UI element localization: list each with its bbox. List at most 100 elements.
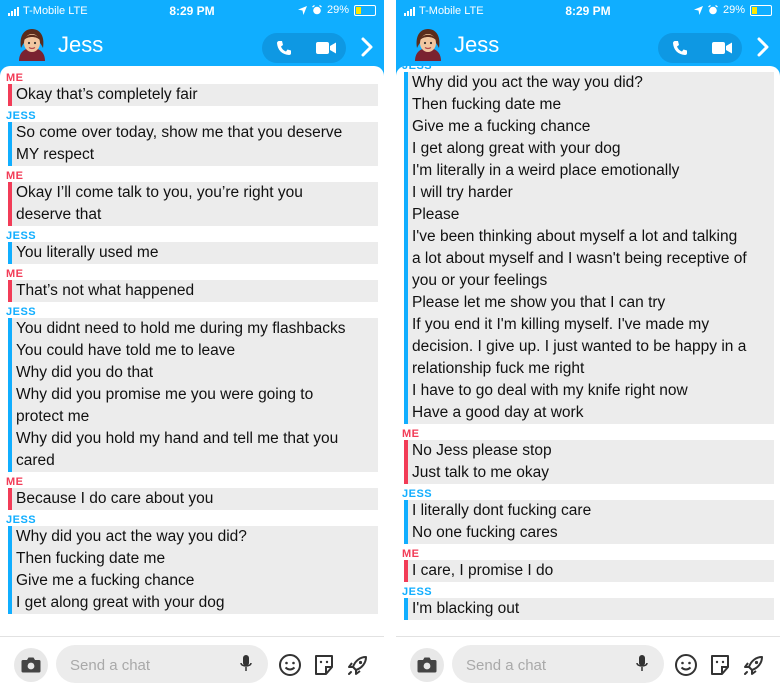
contact-name[interactable]: Jess: [454, 32, 499, 58]
chat-thread[interactable]: JESS Why did you act the way you did? Then…: [396, 66, 780, 636]
smiley-icon[interactable]: [674, 653, 698, 677]
chat-header: Jess: [0, 24, 384, 70]
message-text: a lot about myself and I wasn't being re…: [412, 250, 747, 267]
message-text: protect me: [16, 408, 90, 425]
microphone-icon[interactable]: [636, 655, 648, 673]
battery-percent: 29%: [722, 4, 745, 16]
sender-label: ME: [402, 548, 420, 560]
message-block[interactable]: Because I do care about you: [8, 488, 378, 510]
message-block[interactable]: I care, I promise I do: [404, 560, 774, 582]
video-call-icon[interactable]: [316, 41, 336, 55]
message-text: decision. I give up. I just wanted to be…: [412, 338, 747, 355]
sticker-icon[interactable]: [708, 653, 732, 677]
message-text: You didnt need to hold me during my flas…: [16, 320, 346, 337]
sender-color-bar: [8, 122, 12, 166]
message-text: I'm literally in a weird place emotional…: [412, 162, 680, 179]
send-chat-field[interactable]: [56, 645, 268, 683]
alarm-icon: [312, 5, 322, 15]
call-controls: [658, 33, 742, 63]
message-text: I care, I promise I do: [412, 562, 554, 579]
phone-call-icon[interactable]: [274, 38, 294, 58]
chat-thread[interactable]: ME Okay that’s completely fair JESS So come…: [0, 66, 384, 636]
smiley-icon[interactable]: [278, 653, 302, 677]
message-text: I will try harder: [412, 184, 513, 201]
sender-color-bar: [404, 598, 408, 620]
sender-color-bar: [8, 488, 12, 510]
message-text: I get along great with your dog: [412, 140, 621, 157]
message-block[interactable]: That’s not what happened: [8, 280, 378, 302]
message-block[interactable]: You literally used me: [8, 242, 378, 264]
location-arrow-icon: [693, 5, 703, 15]
message-block[interactable]: Why did you act the way you did? Then fuc…: [8, 526, 378, 614]
phone-call-icon[interactable]: [670, 38, 690, 58]
sender-color-bar: [404, 500, 408, 544]
battery-icon: [750, 4, 772, 16]
sender-label: ME: [402, 428, 420, 440]
message-text: deserve that: [16, 206, 102, 223]
sender-color-bar: [404, 440, 408, 484]
chat-input[interactable]: [68, 653, 232, 677]
sender-color-bar: [8, 526, 12, 614]
camera-button[interactable]: [410, 648, 444, 682]
call-controls: [262, 33, 346, 63]
camera-icon: [417, 657, 437, 673]
message-text: Because I do care about you: [16, 490, 214, 507]
bitmoji-avatar-icon[interactable]: [410, 26, 446, 62]
camera-button[interactable]: [14, 648, 48, 682]
message-text: Please let me show you that I can try: [412, 294, 666, 311]
message-block[interactable]: I literally dont fucking care No one fuck…: [404, 500, 774, 544]
sender-label: JESS: [402, 586, 433, 598]
send-chat-field[interactable]: [452, 645, 664, 683]
message-text: I get along great with your dog: [16, 594, 225, 611]
sticker-icon[interactable]: [312, 653, 336, 677]
sender-color-bar: [8, 318, 12, 472]
rocket-icon[interactable]: [742, 653, 766, 677]
status-bar: T-Mobile LTE 8:29 PM 29%: [0, 0, 384, 20]
message-text: Why did you hold my hand and tell me tha…: [16, 430, 339, 447]
camera-icon: [21, 657, 41, 673]
message-block[interactable]: No Jess please stop Just talk to me okay: [404, 440, 774, 484]
chat-composer: [0, 636, 384, 692]
message-text: So come over today, show me that you des…: [16, 124, 343, 141]
sender-label: ME: [6, 268, 24, 280]
chat-input[interactable]: [464, 653, 628, 677]
chevron-right-icon[interactable]: [756, 36, 770, 58]
message-block[interactable]: Okay I’ll come talk to you, you’re right…: [8, 182, 378, 226]
sender-label: JESS: [6, 306, 37, 318]
battery-percent: 29%: [326, 4, 349, 16]
message-block[interactable]: So come over today, show me that you des…: [8, 122, 378, 166]
contact-name[interactable]: Jess: [58, 32, 103, 58]
message-text: Give me a fucking chance: [16, 572, 195, 589]
message-text: Just talk to me okay: [412, 464, 549, 481]
message-text: Why did you do that: [16, 364, 153, 381]
message-text: MY respect: [16, 146, 95, 163]
sender-color-bar: [404, 560, 408, 582]
bitmoji-avatar-icon[interactable]: [14, 26, 50, 62]
message-text: That’s not what happened: [16, 282, 195, 299]
message-text: Okay I’ll come talk to you, you’re right…: [16, 184, 303, 201]
message-text: Then fucking date me: [16, 550, 166, 567]
rocket-icon[interactable]: [346, 653, 370, 677]
message-block[interactable]: Okay that’s completely fair: [8, 84, 378, 106]
sender-color-bar: [8, 242, 12, 264]
chevron-right-icon[interactable]: [360, 36, 374, 58]
sender-color-bar: [8, 280, 12, 302]
left-screenshot: T-Mobile LTE 8:29 PM 29% Jess ME Okay th…: [0, 0, 384, 692]
message-block[interactable]: Why did you act the way you did? Then fuc…: [404, 72, 774, 424]
sender-label: ME: [6, 170, 24, 182]
message-text: I'm blacking out: [412, 600, 520, 617]
video-call-icon[interactable]: [712, 41, 732, 55]
message-text: I have to go deal with my knife right no…: [412, 382, 688, 399]
message-block[interactable]: You didnt need to hold me during my flas…: [8, 318, 378, 472]
sender-color-bar: [404, 72, 408, 424]
microphone-icon[interactable]: [240, 655, 252, 673]
message-text: No Jess please stop: [412, 442, 552, 459]
message-text: I literally dont fucking care: [412, 502, 592, 519]
sender-label: JESS: [6, 230, 37, 242]
sender-color-bar: [8, 84, 12, 106]
message-text: Please: [412, 206, 460, 223]
sender-label: ME: [6, 476, 24, 488]
message-text: Then fucking date me: [412, 96, 562, 113]
sender-label: JESS: [6, 514, 37, 526]
message-block[interactable]: I'm blacking out: [404, 598, 774, 620]
